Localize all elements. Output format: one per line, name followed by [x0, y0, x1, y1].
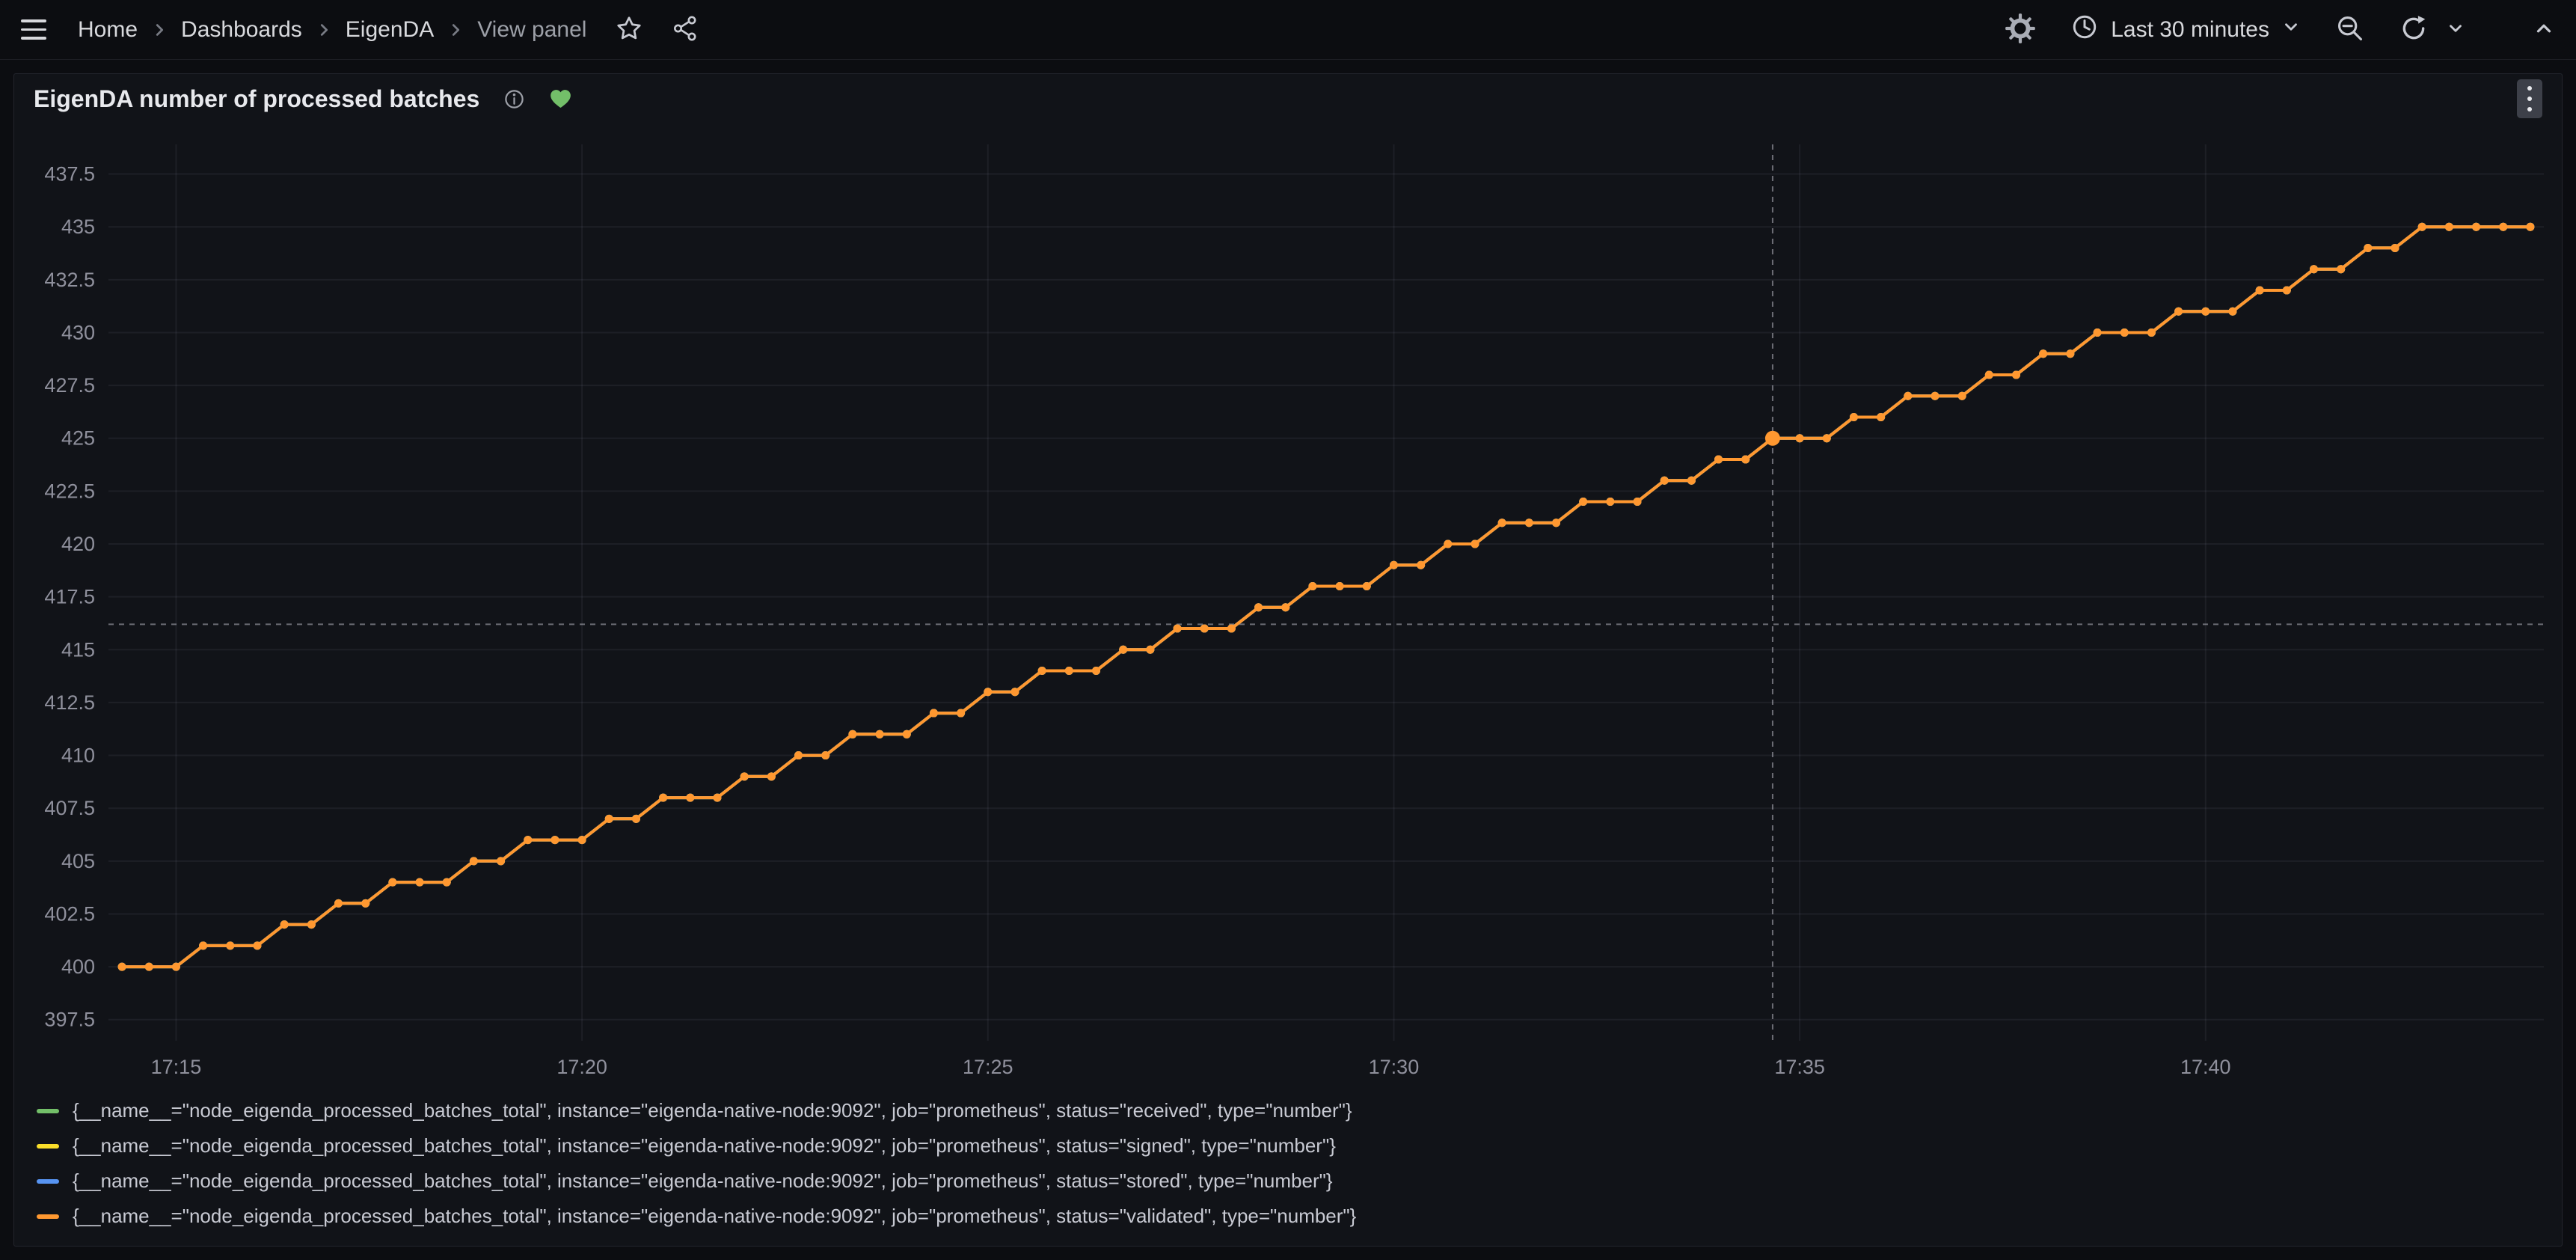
- svg-text:17:35: 17:35: [1774, 1056, 1825, 1078]
- svg-text:412.5: 412.5: [44, 691, 95, 714]
- kebab-icon: [2527, 86, 2532, 91]
- legend-item-signed[interactable]: {__name__="node_eigenda_processed_batche…: [37, 1128, 2562, 1163]
- svg-text:430: 430: [61, 321, 95, 343]
- chevron-right-icon: [316, 22, 332, 38]
- gear-icon: [2005, 13, 2036, 46]
- chevron-right-icon: [447, 22, 464, 38]
- svg-text:17:15: 17:15: [151, 1056, 202, 1078]
- time-series-chart[interactable]: 397.5 400 402.5 405 407.5 410 412.5 415 417.5 420…: [14, 123, 2560, 1090]
- zoom-out-icon: [2335, 13, 2365, 46]
- collapse-controls-button[interactable]: [2533, 17, 2555, 42]
- refresh-interval-dropdown[interactable]: [2446, 19, 2465, 40]
- svg-text:420: 420: [61, 533, 95, 555]
- nav-actions: Last 30 minutes: [2005, 13, 2555, 47]
- svg-text:422.5: 422.5: [44, 480, 95, 502]
- chevron-down-icon: [2281, 17, 2301, 43]
- star-icon: [615, 14, 643, 45]
- chart-legend: {__name__="node_eigenda_processed_batche…: [14, 1090, 2562, 1234]
- chevron-down-icon: [2446, 19, 2465, 40]
- svg-text:437.5: 437.5: [44, 163, 95, 186]
- svg-text:427.5: 427.5: [44, 374, 95, 397]
- svg-text:17:25: 17:25: [963, 1056, 1013, 1078]
- svg-text:397.5: 397.5: [44, 1009, 95, 1031]
- share-dashboard-button[interactable]: [672, 15, 699, 44]
- time-range-label: Last 30 minutes: [2111, 17, 2269, 43]
- panel-info-icon[interactable]: [503, 88, 525, 110]
- svg-text:407.5: 407.5: [44, 797, 95, 819]
- star-dashboard-button[interactable]: [615, 14, 643, 45]
- refresh-button[interactable]: [2399, 14, 2428, 45]
- refresh-controls: [2399, 14, 2465, 45]
- series-color-swatch: [37, 1144, 59, 1149]
- svg-text:405: 405: [61, 850, 95, 872]
- svg-text:415: 415: [61, 638, 95, 661]
- top-nav: Home Dashboards EigenDA View panel: [0, 0, 2576, 60]
- time-range-picker[interactable]: Last 30 minutes: [2070, 13, 2301, 47]
- series-color-swatch: [37, 1179, 59, 1184]
- panel-title[interactable]: EigenDA number of processed batches: [34, 85, 479, 113]
- panel-eigenda-processed-batches: EigenDA number of processed batches 397.…: [13, 73, 2563, 1247]
- series-color-swatch: [37, 1214, 59, 1219]
- breadcrumb: Home Dashboards EigenDA View panel: [78, 17, 586, 43]
- panel-header: EigenDA number of processed batches: [14, 74, 2562, 123]
- svg-text:17:30: 17:30: [1369, 1056, 1420, 1078]
- svg-text:17:20: 17:20: [556, 1056, 607, 1078]
- breadcrumb-dashboard-eigenda[interactable]: EigenDA: [346, 17, 434, 43]
- breadcrumb-dashboards[interactable]: Dashboards: [181, 17, 302, 43]
- panel-health-heart-icon: [549, 88, 572, 109]
- svg-text:410: 410: [61, 744, 95, 767]
- hamburger-icon: [21, 19, 46, 40]
- zoom-out-time-button[interactable]: [2335, 13, 2365, 46]
- svg-text:402.5: 402.5: [44, 902, 95, 925]
- legend-item-received[interactable]: {__name__="node_eigenda_processed_batche…: [37, 1093, 2562, 1128]
- clock-icon: [2070, 13, 2099, 47]
- menu-toggle-button[interactable]: [21, 19, 46, 40]
- dashboard-settings-button[interactable]: [2005, 13, 2036, 46]
- share-icon: [672, 15, 699, 44]
- svg-text:17:40: 17:40: [2180, 1056, 2231, 1078]
- breadcrumb-current: View panel: [477, 17, 586, 43]
- breadcrumb-home[interactable]: Home: [78, 17, 138, 43]
- svg-text:425: 425: [61, 427, 95, 450]
- chevron-up-icon: [2533, 17, 2555, 42]
- svg-text:432.5: 432.5: [44, 269, 95, 291]
- legend-item-stored[interactable]: {__name__="node_eigenda_processed_batche…: [37, 1163, 2562, 1199]
- legend-item-validated[interactable]: {__name__="node_eigenda_processed_batche…: [37, 1199, 2562, 1234]
- panel-menu-button[interactable]: [2517, 79, 2542, 118]
- refresh-icon: [2399, 14, 2428, 45]
- svg-text:400: 400: [61, 955, 95, 978]
- svg-text:417.5: 417.5: [44, 586, 95, 608]
- series-color-swatch: [37, 1109, 59, 1113]
- svg-text:435: 435: [61, 215, 95, 238]
- chevron-right-icon: [151, 22, 168, 38]
